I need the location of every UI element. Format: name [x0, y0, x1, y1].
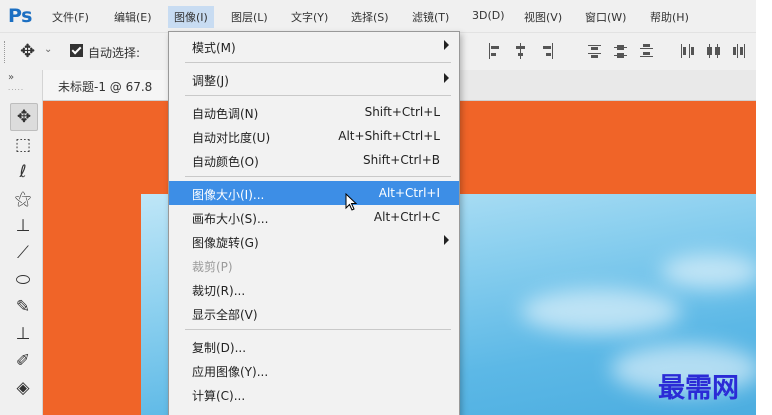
menu-filter[interactable]: 滤镜(T) [412, 9, 449, 25]
menu-separator [185, 62, 451, 63]
menu-item: 裁剪(P) [169, 253, 459, 277]
menu-item[interactable]: 模式(M) [169, 34, 459, 58]
distribute-vertical-centers-icon[interactable] [614, 43, 628, 59]
menu-item[interactable]: 调整(J) [169, 67, 459, 91]
auto-select-label: 自动选择: [88, 46, 141, 60]
menu-item[interactable]: 图像大小(I)... Alt+Ctrl+I [169, 181, 459, 205]
distribute-top-edges-icon[interactable] [588, 43, 602, 59]
menu-item[interactable]: 画布大小(S)... Alt+Ctrl+C [169, 205, 459, 229]
menu-separator [185, 176, 451, 177]
menu-file[interactable]: 文件(F) [52, 9, 89, 25]
menu-item[interactable]: 计算(C)... [169, 382, 459, 406]
document-tab[interactable]: 未标题-1 @ 67.8 [43, 70, 169, 100]
menu-item-label: 复制(D)... [192, 341, 247, 355]
menu-separator [185, 95, 451, 96]
menu-window[interactable]: 窗口(W) [585, 9, 626, 25]
menu-item-label: 画布大小(S)... [192, 212, 269, 226]
window-edge [756, 0, 772, 415]
submenu-arrow-icon [444, 235, 449, 245]
menu-item-label: 显示全部(V) [192, 308, 258, 322]
menu-item-label: 裁切(R)... [192, 284, 246, 298]
options-bar-grip[interactable] [4, 41, 7, 63]
menu-image[interactable]: 图像(I) [168, 6, 214, 28]
ps-logo: Ps [8, 5, 32, 27]
menu-bar: Ps 文件(F) 编辑(E) 图像(I) 图层(L) 文字(Y) 选择(S) 滤… [0, 0, 756, 32]
distribute-bottom-edges-icon[interactable] [640, 43, 654, 59]
menu-item[interactable]: 裁切(R)... [169, 277, 459, 301]
auto-select-checkbox[interactable] [70, 44, 83, 57]
menu-item-label: 应用图像(Y)... [192, 365, 269, 379]
submenu-arrow-icon [444, 40, 449, 50]
history-brush-tool-icon[interactable]: ✐ [10, 348, 36, 374]
photoshop-window: Ps 文件(F) 编辑(E) 图像(I) 图层(L) 文字(Y) 选择(S) 滤… [0, 0, 772, 415]
eraser-tool-icon[interactable]: ◈ [10, 375, 36, 401]
image-menu-dropdown: 模式(M) 调整(J) 自动色调(N) Shift+Ctrl+L 自动对比度(U) Alt… [168, 31, 460, 415]
menu-item-label: 裁剪(P) [192, 260, 233, 274]
submenu-arrow-icon [444, 73, 449, 83]
menu-item-label: 图像旋转(G) [192, 236, 259, 250]
menu-item-label: 自动对比度(U) [192, 131, 271, 145]
menu-layer[interactable]: 图层(L) [231, 9, 268, 25]
menu-item-shortcut: Alt+Shift+Ctrl+L [338, 129, 440, 143]
menu-item-label: 图像大小(I)... [192, 188, 265, 202]
tools-panel: » ····· ✥ ⬚ ℓ ⚝ ⊥ ⟋ ⬭ ✎ ⊥ ✐ ◈ [0, 70, 43, 415]
menu-item[interactable]: 图像旋转(G) [169, 229, 459, 253]
marquee-tool-icon[interactable]: ⬚ [10, 132, 36, 158]
panel-grip[interactable]: ····· [8, 86, 24, 94]
menu-item-label: 调整(J) [192, 74, 229, 88]
align-right-edges-icon[interactable] [540, 43, 554, 59]
menu-item-shortcut: Alt+Ctrl+I [378, 186, 440, 200]
menu-item-label: 模式(M) [192, 41, 236, 55]
distribute-left-edges-icon[interactable] [680, 43, 694, 59]
distribute-horizontal-centers-icon[interactable] [706, 43, 720, 59]
menu-item-shortcut: Shift+Ctrl+L [364, 105, 440, 119]
lasso-tool-icon[interactable]: ℓ [10, 159, 36, 185]
eyedropper-tool-icon[interactable]: ⟋ [10, 240, 36, 266]
cloud [661, 254, 756, 289]
menu-edit[interactable]: 编辑(E) [114, 9, 152, 25]
magic-wand-tool-icon[interactable]: ⚝ [10, 186, 36, 212]
crop-tool-icon[interactable]: ⊥ [10, 213, 36, 239]
menu-item[interactable]: 应用图像(Y)... [169, 358, 459, 382]
watermark-logo: 最需网 [658, 373, 739, 404]
chevron-down-icon[interactable]: ⌄ [44, 44, 52, 55]
menu-view[interactable]: 视图(V) [524, 9, 562, 25]
menu-item[interactable]: 自动色调(N) Shift+Ctrl+L [169, 100, 459, 124]
document-tab-title: 未标题-1 @ 67.8 [58, 80, 153, 94]
move-tool-icon[interactable]: ✥ [20, 41, 35, 62]
brush-tool-icon[interactable]: ✎ [10, 294, 36, 320]
menu-item[interactable]: 复制(D)... [169, 334, 459, 358]
menu-separator [185, 329, 451, 330]
distribute-right-edges-icon[interactable] [732, 43, 746, 59]
menu-item[interactable]: 自动颜色(O) Shift+Ctrl+B [169, 148, 459, 172]
collapse-panel-icon[interactable]: » [8, 72, 14, 83]
menu-type[interactable]: 文字(Y) [291, 9, 328, 25]
menu-select[interactable]: 选择(S) [351, 9, 389, 25]
menu-item[interactable]: 自动对比度(U) Alt+Shift+Ctrl+L [169, 124, 459, 148]
menu-item-shortcut: Shift+Ctrl+B [363, 153, 440, 167]
clone-stamp-tool-icon[interactable]: ⊥ [10, 321, 36, 347]
align-horizontal-centers-icon[interactable] [514, 43, 528, 59]
cloud [521, 289, 681, 334]
menu-item-shortcut: Alt+Ctrl+C [373, 210, 440, 224]
align-left-edges-icon[interactable] [488, 43, 502, 59]
menu-item-label: 自动色调(N) [192, 107, 259, 121]
move-tool-icon[interactable]: ✥ [10, 103, 38, 131]
menu-help[interactable]: 帮助(H) [650, 9, 689, 25]
menu-item-label: 计算(C)... [192, 389, 246, 403]
menu-3d[interactable]: 3D(D) [472, 9, 505, 22]
healing-brush-tool-icon[interactable]: ⬭ [10, 267, 36, 293]
menu-item[interactable]: 显示全部(V) [169, 301, 459, 325]
mouse-cursor-icon [345, 193, 358, 211]
menu-item-label: 自动颜色(O) [192, 155, 259, 169]
